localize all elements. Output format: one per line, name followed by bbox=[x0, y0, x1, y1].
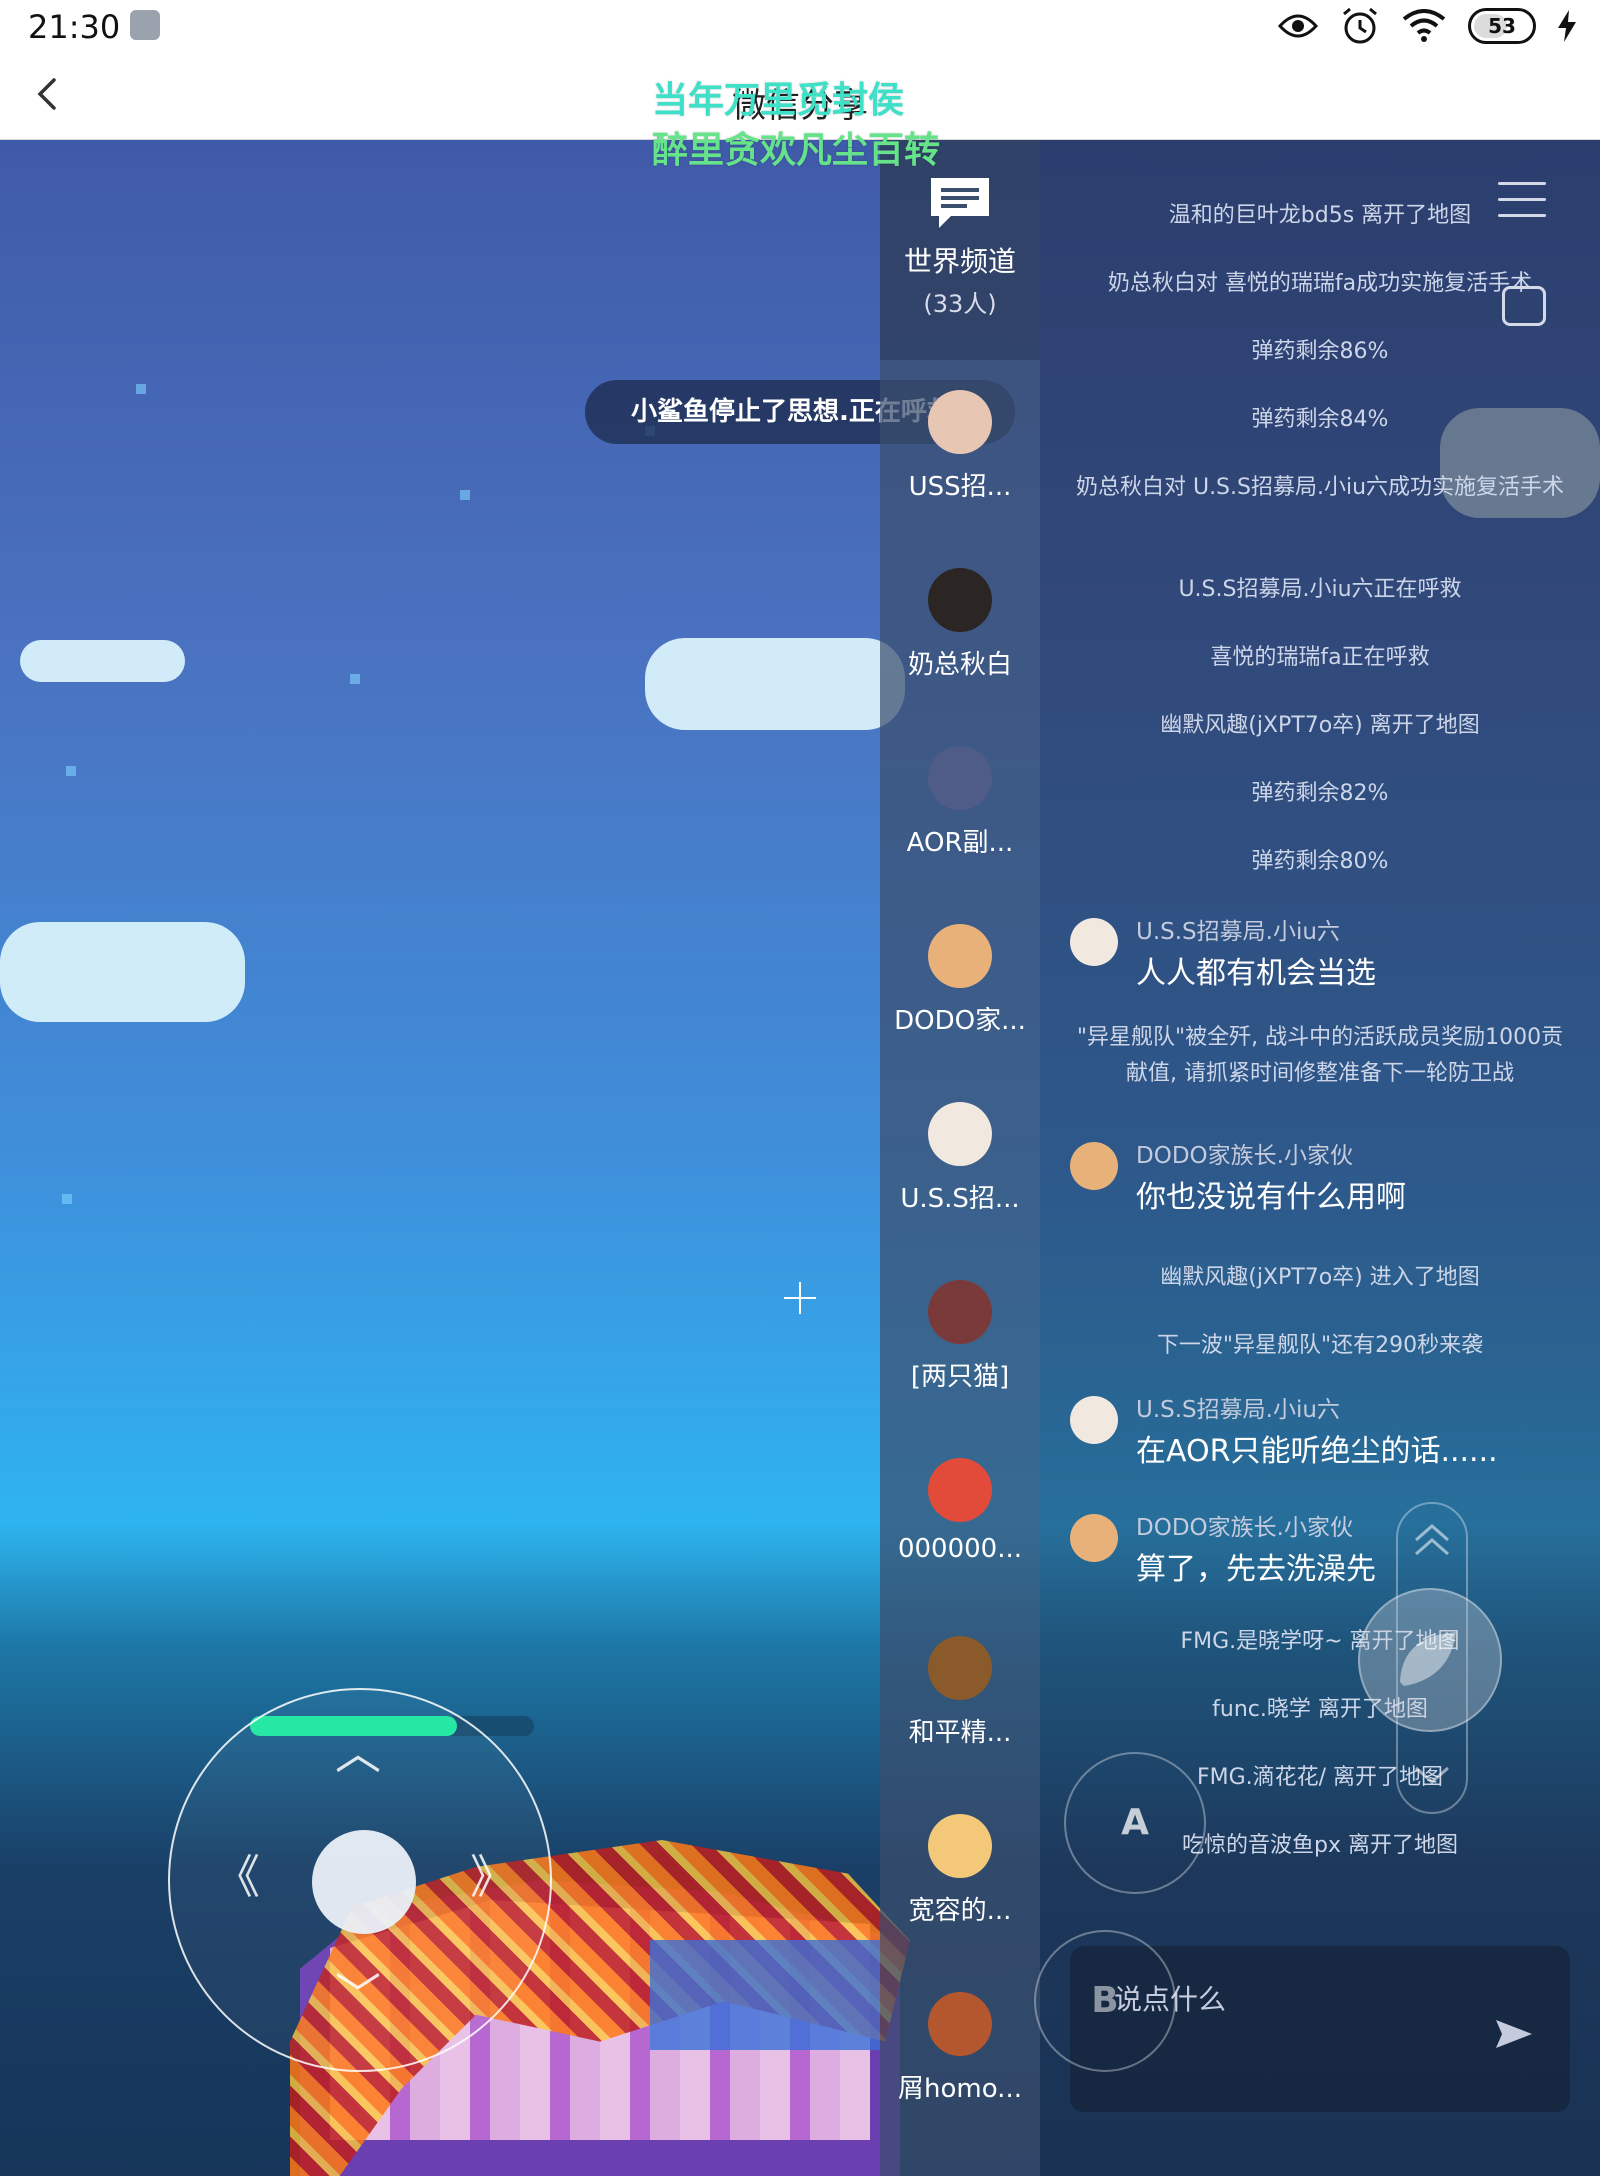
lyric-line: 当年万里觅封侯 bbox=[652, 80, 905, 121]
action-a-button[interactable]: A bbox=[1064, 1752, 1206, 1894]
chevron-down-icon: ﹀ bbox=[335, 1968, 381, 2022]
crosshair bbox=[784, 1282, 816, 1314]
battery-icon: 53 bbox=[1468, 8, 1536, 44]
system-message: 弹药剩余84% bbox=[1251, 407, 1389, 432]
message-text: 在AOR只能听绝尘的话...... bbox=[1136, 1434, 1498, 1469]
movement-joystick[interactable]: ︿ 《 》 ﹀ bbox=[168, 1688, 552, 2072]
system-message: "异星舰队"被全歼, 战斗中的活跃成员奖励1000贡献值, 请抓紧时间修整准备下… bbox=[1076, 1025, 1564, 1086]
alarm-icon bbox=[1343, 7, 1377, 44]
conversation-label: 和平精... bbox=[908, 1718, 1012, 1748]
conversation-item[interactable]: AOR副... bbox=[880, 716, 1040, 894]
menu-icon[interactable] bbox=[1498, 182, 1546, 222]
conversation-item[interactable]: 000000... bbox=[880, 1428, 1040, 1606]
chevron-up-icon bbox=[1415, 1524, 1449, 1556]
avatar bbox=[928, 924, 992, 988]
status-icons: 53 bbox=[1278, 6, 1576, 46]
avatar bbox=[928, 568, 992, 632]
battery-level: 53 bbox=[1488, 14, 1516, 38]
message-sender[interactable]: U.S.S招募局.小iu六 bbox=[1136, 912, 1340, 946]
action-b-button[interactable]: B bbox=[1034, 1930, 1176, 2072]
system-message: 温和的巨叶龙bd5s 离开了地图 bbox=[1168, 203, 1472, 228]
conversation-label: 000000... bbox=[897, 1534, 1023, 1564]
system-message: 弹药剩余86% bbox=[1251, 339, 1389, 364]
avatar bbox=[928, 746, 992, 810]
conversation-item[interactable]: [两只猫] bbox=[880, 1250, 1040, 1428]
charging-bolt-icon bbox=[1558, 10, 1576, 42]
conversation-item[interactable]: USS招... bbox=[880, 360, 1040, 538]
conversation-label: 奶总秋白 bbox=[907, 650, 1012, 680]
conversation-item[interactable]: 屑homo... bbox=[880, 1962, 1040, 2140]
avatar bbox=[928, 1636, 992, 1700]
system-message: 下一波"异星舰队"还有290秒来袭 bbox=[1156, 1333, 1484, 1358]
avatar[interactable] bbox=[1070, 1514, 1118, 1562]
conversation-item[interactable]: 奶总秋白 bbox=[880, 538, 1040, 716]
cloud bbox=[645, 638, 905, 730]
eye-icon bbox=[1278, 14, 1318, 38]
system-message: 弹药剩余82% bbox=[1251, 781, 1389, 806]
avatar[interactable] bbox=[1070, 1396, 1118, 1444]
conversation-item[interactable]: 和平精... bbox=[880, 1606, 1040, 1784]
conversation-label: 宽容的... bbox=[908, 1896, 1012, 1926]
system-message: U.S.S招募局.小iu六正在呼救 bbox=[1178, 577, 1462, 602]
system-message: 弹药剩余80% bbox=[1251, 849, 1389, 874]
conversation-label: [两只猫] bbox=[910, 1362, 1010, 1392]
conversation-item[interactable]: DODO家... bbox=[880, 894, 1040, 1072]
conversation-label: U.S.S招... bbox=[900, 1184, 1020, 1214]
avatar bbox=[928, 390, 992, 454]
send-icon[interactable] bbox=[1492, 2012, 1536, 2056]
joystick-knob[interactable] bbox=[312, 1830, 416, 1934]
avatar bbox=[928, 1992, 992, 2056]
conversation-item[interactable]: 宽容的... bbox=[880, 1784, 1040, 1962]
message-sender[interactable]: U.S.S招募局.小iu六 bbox=[1136, 1390, 1340, 1424]
conversation-item[interactable]: U.S.S招... bbox=[880, 1072, 1040, 1250]
avatar bbox=[928, 1280, 992, 1344]
cloud bbox=[0, 922, 245, 1022]
message-text: 你也没说有什么用啊 bbox=[1136, 1180, 1406, 1215]
conversation-label: USS招... bbox=[908, 472, 1012, 502]
chat-bubble-icon bbox=[931, 178, 989, 228]
water-block bbox=[650, 1940, 880, 2050]
system-message: 喜悦的瑞瑞fa正在呼救 bbox=[1210, 645, 1430, 670]
status-bar: 21:30 53 bbox=[0, 0, 1600, 50]
avatar bbox=[928, 1458, 992, 1522]
chevron-left-icon: 《 bbox=[214, 1850, 260, 1904]
chevron-down-icon bbox=[1415, 1766, 1449, 1784]
chevron-up-icon: ︿ bbox=[335, 1726, 381, 1780]
message-text: 算了，先去洗澡先 bbox=[1136, 1552, 1376, 1587]
chevron-right-icon: 》 bbox=[470, 1850, 516, 1904]
system-message: 幽默风趣(jXPT7o卒) 进入了地图 bbox=[1160, 1265, 1480, 1290]
system-message: 奶总秋白对 喜悦的瑞瑞fa成功实施复活手术 bbox=[1107, 271, 1533, 296]
message-list[interactable]: 温和的巨叶龙bd5s 离开了地图奶总秋白对 喜悦的瑞瑞fa成功实施复活手术 弹药剩… bbox=[1040, 140, 1600, 1910]
message-sender[interactable]: DODO家族长.小家伙 bbox=[1136, 1136, 1353, 1170]
conversation-label: DODO家... bbox=[894, 1006, 1026, 1036]
system-message: 奶总秋白对 U.S.S招募局.小iu六成功实施复活手术 bbox=[1075, 475, 1565, 500]
scissors-app-icon bbox=[130, 10, 160, 40]
status-time: 21:30 bbox=[28, 8, 121, 46]
avatar bbox=[928, 1102, 992, 1166]
world-channel-count: (33人) bbox=[923, 290, 997, 318]
lyrics-overlay: 当年万里觅封侯 醉里贪欢凡尘百转 bbox=[652, 76, 940, 176]
jump-button[interactable] bbox=[1358, 1588, 1502, 1732]
conversation-label: AOR副... bbox=[906, 828, 1014, 858]
system-message: func.晓学 离开了地图 bbox=[1212, 1697, 1428, 1722]
lyric-line: 醉里贪欢凡尘百转 bbox=[652, 130, 941, 171]
avatar[interactable] bbox=[1070, 918, 1118, 966]
system-message: 幽默风趣(jXPT7o卒) 离开了地图 bbox=[1160, 713, 1480, 738]
message-sender[interactable]: DODO家族长.小家伙 bbox=[1136, 1508, 1353, 1542]
chat-bubble-icon[interactable] bbox=[1502, 286, 1546, 326]
chat-sidebar: 世界频道 (33人) USS招... 奶总秋白 AOR副... DODO家... U.S… bbox=[880, 140, 1040, 2176]
avatar[interactable] bbox=[1070, 1142, 1118, 1190]
leaf-icon bbox=[1400, 1632, 1456, 1686]
avatar bbox=[928, 1814, 992, 1878]
conversation-label: 屑homo... bbox=[898, 2074, 1022, 2104]
message-text: 人人都有机会当选 bbox=[1136, 956, 1376, 991]
wifi-icon bbox=[1402, 9, 1446, 42]
cloud bbox=[20, 640, 185, 682]
world-channel-label: 世界频道 bbox=[903, 245, 1016, 278]
